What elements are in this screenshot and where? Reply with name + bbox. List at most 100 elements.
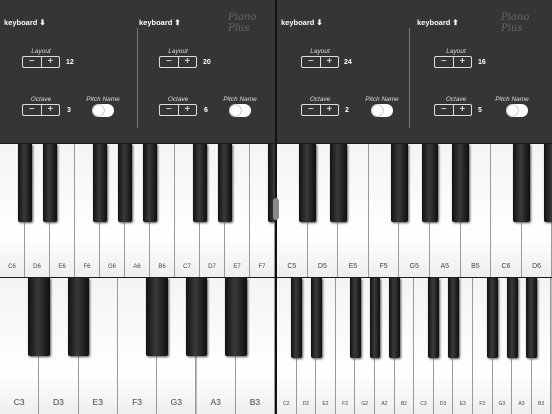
plus-button[interactable]: + <box>321 105 339 115</box>
black-key[interactable] <box>369 278 381 358</box>
black-key[interactable] <box>350 278 361 358</box>
minus-button[interactable]: − <box>302 57 321 67</box>
key-label: B6 <box>158 264 166 270</box>
black-key[interactable] <box>224 278 247 356</box>
layout-caption: Layout <box>446 48 466 55</box>
key-label: A5 <box>440 263 450 270</box>
black-key[interactable] <box>218 144 232 222</box>
split-drag-handle[interactable] <box>273 198 279 220</box>
plus-button[interactable]: + <box>321 57 339 67</box>
plus-button[interactable]: + <box>179 57 197 67</box>
key-label: B5 <box>471 263 480 270</box>
black-key[interactable] <box>291 278 302 358</box>
black-key[interactable] <box>506 278 518 358</box>
minus-button[interactable]: − <box>23 105 42 115</box>
key-label: F7 <box>258 264 266 270</box>
key-label: C6 <box>8 264 16 270</box>
key-label: C3 <box>420 401 427 407</box>
minus-button[interactable]: − <box>435 57 454 67</box>
black-key[interactable] <box>428 278 440 358</box>
octave-value: 6 <box>204 107 208 114</box>
pitch-name-toggle[interactable] <box>506 104 528 117</box>
lower-keyboard-settings: keyboard ⬇ Layout − + 24 Octave − + 2 Pi… <box>277 0 407 143</box>
layout-caption: Layout <box>31 48 51 55</box>
layout-stepper[interactable]: − + <box>301 56 339 68</box>
piano-keyboard-left-lower[interactable]: C3 D3 E3 F3 G3 A3 B3 <box>0 278 275 414</box>
key-label: A2 <box>381 401 388 407</box>
key-label: F3 <box>479 401 486 407</box>
key-label: E7 <box>233 264 241 270</box>
keyboard-down-label: keyboard ⬇ <box>281 18 323 27</box>
minus-button[interactable]: − <box>160 57 179 67</box>
black-key[interactable] <box>185 278 208 356</box>
octave-caption: Octave <box>309 96 331 103</box>
plus-button[interactable]: + <box>454 57 472 67</box>
pitch-name-toggle[interactable] <box>371 104 393 117</box>
octave-caption: Octave <box>167 96 189 103</box>
black-key[interactable] <box>329 144 347 222</box>
black-key[interactable] <box>18 144 32 222</box>
plus-button[interactable]: + <box>42 105 60 115</box>
black-key[interactable] <box>390 144 408 222</box>
black-key[interactable] <box>43 144 57 222</box>
key-label: C7 <box>183 264 191 270</box>
black-key[interactable] <box>67 278 90 356</box>
octave-value: 5 <box>478 107 482 114</box>
key-label: G3 <box>170 397 182 407</box>
key-label: C6 <box>501 263 511 270</box>
black-key[interactable] <box>299 144 316 222</box>
octave-stepper[interactable]: − + <box>301 104 339 116</box>
black-key[interactable] <box>193 144 207 222</box>
black-key[interactable] <box>452 144 469 222</box>
layout-stepper[interactable]: − + <box>434 56 472 68</box>
key-label: C5 <box>287 263 297 270</box>
piano-keyboard-right-upper[interactable]: C5 D5 E5 F5 G5 A5 B5 C6 D6 <box>277 144 552 277</box>
layout-stepper[interactable]: − + <box>22 56 60 68</box>
minus-button[interactable]: − <box>302 105 321 115</box>
pitch-name-toggle[interactable] <box>229 104 251 117</box>
black-key[interactable] <box>143 144 157 222</box>
key-label: D3 <box>53 397 64 407</box>
octave-stepper[interactable]: − + <box>434 104 472 116</box>
key-label: F5 <box>379 263 388 270</box>
upper-keyboard-settings: keyboard ⬆ Layout − + 16 Octave − + 5 Pi… <box>415 0 545 143</box>
black-key[interactable] <box>543 144 552 222</box>
piano-keyboard-left-upper[interactable]: C6 D6 E6 F6 G6 A6 B6 C7 D7 E7 F7 <box>0 144 275 277</box>
key-label: G2 <box>361 401 369 407</box>
minus-button[interactable]: − <box>160 105 179 115</box>
pitch-name-toggle[interactable] <box>92 104 114 117</box>
plus-button[interactable]: + <box>42 57 60 67</box>
key-label: F2 <box>342 401 349 407</box>
section-divider <box>409 28 410 128</box>
black-key[interactable] <box>448 278 459 358</box>
plus-button[interactable]: + <box>179 105 197 115</box>
black-key[interactable] <box>513 144 531 222</box>
key-label: D3 <box>439 401 447 407</box>
minus-button[interactable]: − <box>23 57 42 67</box>
black-key[interactable] <box>310 278 322 358</box>
layout-value: 12 <box>66 59 74 66</box>
layout-caption: Layout <box>310 48 330 55</box>
black-key[interactable] <box>526 278 538 358</box>
layout-value: 20 <box>203 59 211 66</box>
black-key[interactable] <box>118 144 132 222</box>
black-key[interactable] <box>28 278 51 356</box>
black-key[interactable] <box>487 278 498 358</box>
black-key[interactable] <box>146 278 168 356</box>
octave-stepper[interactable]: − + <box>159 104 197 116</box>
octave-stepper[interactable]: − + <box>22 104 60 116</box>
octave-caption: Octave <box>445 96 467 103</box>
pitch-name-caption: Pitch Name <box>495 96 529 103</box>
black-key[interactable] <box>93 144 107 222</box>
black-key[interactable] <box>389 278 400 358</box>
black-key[interactable] <box>421 144 439 222</box>
key-label: E3 <box>459 401 466 407</box>
key-label: A6 <box>133 264 141 270</box>
key-label: B2 <box>400 401 407 407</box>
key-label: C3 <box>13 397 25 407</box>
piano-keyboard-right-lower[interactable]: C2 D2 E2 F2 G2 A2 B2 C3 D3 E3 F3 G3 A3 B3 <box>277 278 552 414</box>
layout-stepper[interactable]: − + <box>159 56 197 68</box>
minus-button[interactable]: − <box>435 105 454 115</box>
plus-button[interactable]: + <box>454 105 472 115</box>
key-label: D5 <box>317 263 327 270</box>
